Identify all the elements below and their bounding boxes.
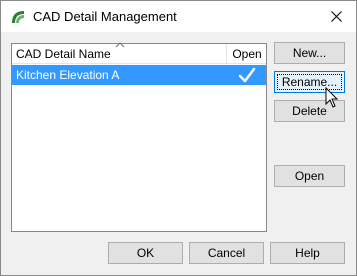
list-header: CAD Detail Name Open bbox=[12, 42, 266, 64]
column-open-label: Open bbox=[232, 47, 262, 61]
checkmark-icon bbox=[238, 67, 256, 83]
title-bar: CAD Detail Management bbox=[1, 1, 356, 32]
ok-button[interactable]: OK bbox=[108, 242, 183, 264]
cad-detail-list[interactable]: CAD Detail Name Open Kitchen Elevation A bbox=[11, 42, 267, 232]
open-button[interactable]: Open bbox=[274, 165, 345, 187]
window-title: CAD Detail Management bbox=[33, 9, 177, 24]
list-item-name: Kitchen Elevation A bbox=[16, 68, 120, 82]
cancel-button[interactable]: Cancel bbox=[189, 242, 264, 264]
app-logo-icon bbox=[12, 11, 24, 23]
column-header-name[interactable]: CAD Detail Name bbox=[12, 42, 227, 64]
cad-detail-management-dialog: CAD Detail Management CAD Detail Name Op… bbox=[0, 0, 357, 276]
close-button[interactable] bbox=[324, 5, 348, 27]
list-item[interactable]: Kitchen Elevation A bbox=[12, 65, 266, 85]
close-icon bbox=[330, 11, 342, 22]
column-header-open[interactable]: Open bbox=[228, 44, 266, 64]
new-button[interactable]: New... bbox=[274, 42, 345, 64]
sort-ascending-icon bbox=[115, 42, 125, 48]
help-button[interactable]: Help bbox=[270, 242, 345, 264]
mouse-pointer-icon bbox=[325, 87, 339, 108]
column-name-label: CAD Detail Name bbox=[16, 47, 111, 61]
